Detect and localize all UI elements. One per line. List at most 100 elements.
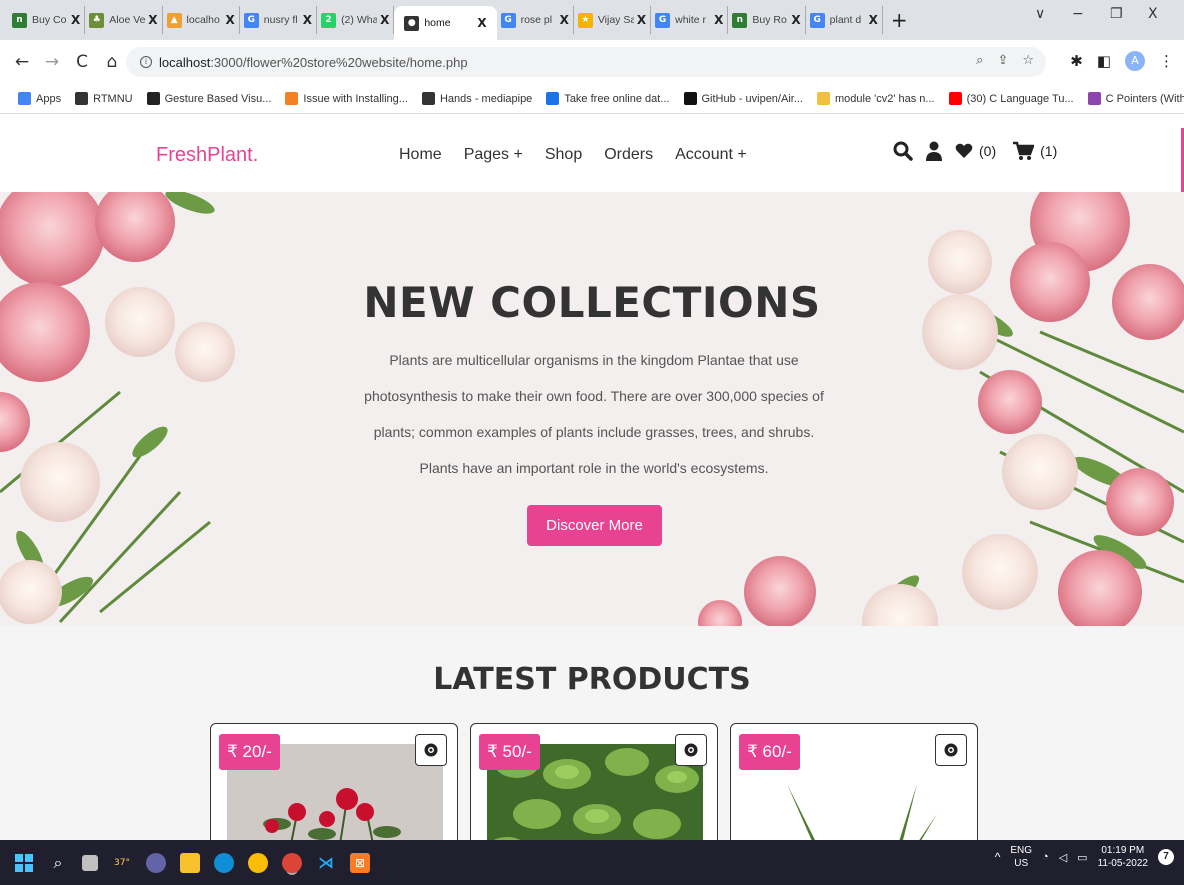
edge-browser-icon[interactable] [214, 852, 234, 873]
site-nav: Home Pages + Shop Orders Account + [399, 146, 747, 164]
product-card[interactable]: ₹ 50/- [470, 723, 718, 853]
bookmark-star-icon[interactable]: ☆ [1022, 53, 1034, 68]
battery-icon[interactable]: ▭ [1077, 851, 1087, 864]
wishlist-count[interactable]: (0) [979, 143, 996, 159]
weather-icon[interactable]: 37° [112, 853, 132, 873]
nav-pages[interactable]: Pages + [464, 146, 523, 164]
tray-chevron-icon[interactable]: ^ [995, 850, 1001, 864]
tab-close-icon[interactable]: X [714, 13, 723, 27]
tab-close-icon[interactable]: X [71, 13, 80, 27]
browser-tab[interactable]: Gnusry fl X [240, 6, 318, 34]
bookmark-item[interactable]: module 'cv2' has n... [817, 92, 935, 105]
hero-description: Plants are multicellular organisms in th… [364, 352, 824, 476]
new-tab-button[interactable]: + [891, 8, 908, 32]
screen: n Buy Co X ♣ Aloe Ve X ▲ localho X Gnusry fl X 2 (2)… [0, 0, 1184, 885]
cart-count[interactable]: (1) [1040, 143, 1057, 159]
bookmark-item[interactable]: Take free online dat... [546, 92, 670, 105]
tab-close-icon[interactable]: X [148, 13, 157, 27]
price-badge: ₹ 60/- [739, 734, 800, 770]
browser-tab[interactable]: ▲ localho X [163, 6, 240, 34]
back-icon[interactable]: ← [14, 52, 30, 72]
nav-orders[interactable]: Orders [604, 146, 653, 164]
site-logo[interactable]: FreshPlant. [156, 144, 258, 167]
tab-close-icon[interactable]: X [380, 13, 389, 27]
vscode-icon[interactable]: ⋊ [316, 853, 336, 873]
chat-icon[interactable] [146, 852, 166, 873]
tab-close-icon[interactable]: X [791, 13, 800, 27]
browser-tab-bar: n Buy Co X ♣ Aloe Ve X ▲ localho X Gnusry fl X 2 (2)… [0, 0, 1184, 40]
bookmark-item[interactable]: C Pointers (With Ex... [1087, 92, 1184, 105]
menu-kebab-icon[interactable]: ⋮ [1159, 52, 1174, 70]
search-icon[interactable] [893, 141, 913, 161]
browser-tab[interactable]: 2 (2) Wha X [317, 6, 395, 34]
search-icon[interactable]: ⌕ [48, 853, 68, 873]
maximize-button[interactable]: ❐ [1110, 6, 1123, 22]
lang-top: ENG [1010, 845, 1033, 856]
share-icon[interactable]: ⇪ [997, 53, 1008, 68]
tab-label: rose pl [520, 14, 553, 26]
user-icon[interactable] [925, 141, 943, 161]
quick-view-eye-icon[interactable] [935, 734, 967, 766]
tab-search-icon[interactable]: ∨ [1035, 6, 1045, 22]
tab-close-icon[interactable]: X [226, 13, 235, 27]
volume-icon[interactable]: ◁ [1059, 851, 1067, 864]
address-bar[interactable]: i localhost:3000/flower%20store%20websit… [126, 47, 1046, 77]
nav-home[interactable]: Home [399, 146, 442, 164]
bookmark-item[interactable]: Gesture Based Visu... [146, 92, 271, 105]
bookmark-item[interactable]: Hands - mediapipe [421, 92, 532, 105]
reload-icon[interactable]: C [74, 52, 90, 72]
notification-badge[interactable]: 7 [1158, 849, 1174, 865]
product-card[interactable]: ₹ 20/- [210, 723, 458, 853]
clock[interactable]: 01:19 PM 11-05-2022 [1098, 844, 1148, 870]
tab-close-icon[interactable]: X [477, 16, 486, 30]
bookmark-item[interactable]: Apps [18, 92, 61, 105]
discover-more-button[interactable]: Discover More [527, 505, 662, 546]
close-window-button[interactable]: X [1148, 6, 1158, 22]
browser-tab[interactable]: n Buy Ro X [728, 6, 806, 34]
site-header: FreshPlant. Home Pages + Shop Orders Acc… [0, 114, 1184, 192]
home-icon[interactable]: ⌂ [104, 52, 120, 72]
task-view-icon[interactable] [82, 854, 98, 871]
bookmark-label: (30) C Language Tu... [966, 92, 1074, 105]
product-card[interactable]: ₹ 60/- [730, 723, 978, 853]
browser-tab[interactable]: Gwhite r X [651, 6, 729, 34]
browser-tab[interactable]: ★ Vijay Sa X [574, 6, 652, 34]
cart-icon[interactable] [1012, 141, 1035, 161]
forward-icon[interactable]: → [44, 52, 60, 72]
quick-view-eye-icon[interactable] [675, 734, 707, 766]
browser-tab[interactable]: ♣ Aloe Ve X [85, 6, 163, 34]
nav-shop[interactable]: Shop [545, 146, 582, 164]
file-explorer-icon[interactable] [180, 852, 200, 873]
chrome-active-icon[interactable] [282, 852, 302, 873]
bookmark-favicon-icon [75, 92, 89, 105]
chrome-icon[interactable] [248, 852, 268, 873]
profile-avatar[interactable]: A [1125, 51, 1145, 71]
bookmark-item[interactable]: GitHub - uvipen/Air... [683, 92, 804, 105]
tab-close-icon[interactable]: X [637, 13, 646, 27]
bookmark-item[interactable]: RTMNU [75, 92, 133, 105]
windows-start-icon[interactable] [14, 853, 34, 873]
bookmark-item[interactable]: Issue with Installing... [285, 92, 408, 105]
quick-view-eye-icon[interactable] [415, 734, 447, 766]
bookmark-item[interactable]: (30) C Language Tu... [948, 92, 1074, 105]
latest-products-section: LATEST PRODUCTS ₹ 20/- ₹ 50/- ₹ 60/- [0, 626, 1184, 853]
bookmark-label: GitHub - uvipen/Air... [701, 92, 804, 105]
browser-tab[interactable]: Gplant d X [806, 6, 883, 34]
browser-tab[interactable]: n Buy Co X [8, 6, 86, 34]
xampp-icon[interactable]: ⊠ [350, 852, 370, 873]
zoom-icon[interactable]: ⌕ [976, 53, 983, 68]
browser-tab[interactable]: ● home X [394, 6, 497, 40]
language-indicator[interactable]: ENG US [1010, 844, 1032, 870]
side-panel-icon[interactable]: ◧ [1097, 52, 1111, 70]
site-info-icon[interactable]: i [140, 56, 152, 68]
minimize-button[interactable]: − [1072, 6, 1084, 22]
heart-icon[interactable] [955, 142, 973, 160]
url-text[interactable]: localhost:3000/flower%20store%20website/… [159, 55, 468, 70]
tab-close-icon[interactable]: X [303, 13, 312, 27]
wifi-icon[interactable]: ◔ [1042, 851, 1049, 863]
tab-close-icon[interactable]: X [560, 13, 569, 27]
browser-tab[interactable]: Grose pl X [497, 6, 574, 34]
extensions-icon[interactable]: ✱ [1070, 52, 1083, 70]
tab-close-icon[interactable]: X [869, 13, 878, 27]
nav-account[interactable]: Account + [675, 146, 747, 164]
